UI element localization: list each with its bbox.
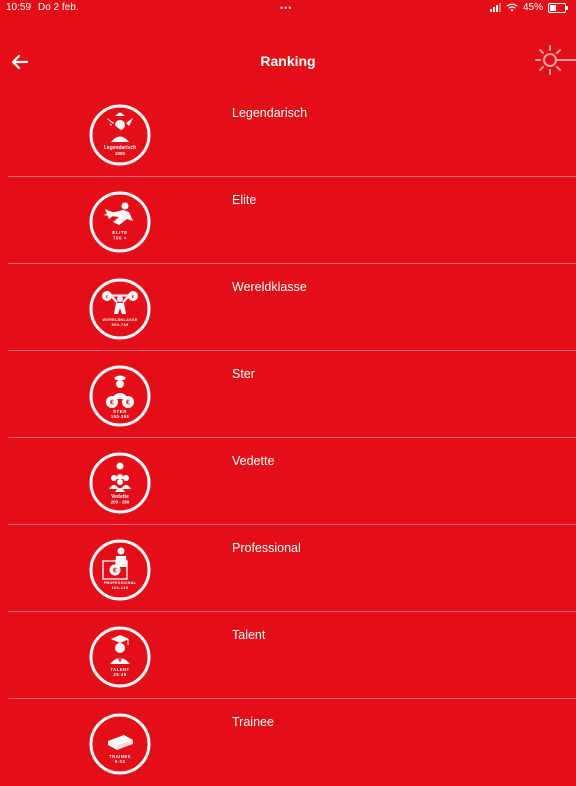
nav-bar: Ranking	[0, 40, 576, 84]
svg-text:€: €	[110, 400, 114, 407]
rank-row-trainee[interactable]: TRAINEE 0-24 Trainee	[0, 699, 576, 786]
badge-range: 100-149	[112, 586, 129, 590]
badge-range: 500-749	[111, 322, 129, 327]
wifi-icon	[506, 3, 518, 12]
rank-row-professional[interactable]: € PROFESSIONAL 100-149 Professional	[0, 525, 576, 612]
rank-label: Trainee	[232, 715, 274, 729]
vedette-badge-icon: Vedette 200 - 299	[89, 452, 151, 514]
badge-text: PROFESSIONAL	[104, 581, 137, 585]
rank-row-wereldklasse[interactable]: € € WERELDKLASSE 500-749 Wereldklasse	[0, 264, 576, 351]
page-title: Ranking	[260, 53, 316, 69]
legendarisch-badge-icon: Legendarisch 1000	[89, 104, 151, 166]
status-bar: 10:59 Do 2 feb. ••• 45%	[0, 0, 576, 18]
rank-label: Legendarisch	[232, 106, 308, 120]
status-time: 10:59	[6, 2, 32, 13]
badge-range: 150-399	[111, 414, 129, 419]
badge-text: ELITE	[112, 230, 127, 235]
rank-row-elite[interactable]: ELITE 750 > Elite	[0, 177, 576, 264]
rank-label: Ster	[232, 367, 255, 381]
wereldklasse-badge-icon: € € WERELDKLASSE 500-749	[89, 278, 151, 340]
rank-row-vedette[interactable]: Vedette 200 - 299 Vedette	[0, 438, 576, 525]
rank-label: Elite	[232, 193, 257, 207]
multitasking-dots[interactable]: •••	[280, 3, 292, 13]
battery-fill	[550, 4, 557, 11]
status-date: Do 2 feb.	[38, 2, 79, 13]
rank-row-legendarisch[interactable]: Legendarisch 1000 Legendarisch	[0, 90, 576, 177]
rank-row-ster[interactable]: € € STER 150-399 Ster	[0, 351, 576, 438]
ster-badge-icon: € € STER 150-399	[89, 365, 151, 427]
ranking-list: Legendarisch 1000 Legendarisch ELITE 750…	[0, 90, 576, 786]
battery-icon	[548, 2, 568, 13]
talent-badge-icon: TALENT 25-49	[89, 626, 151, 688]
elite-badge-icon: ELITE 750 >	[89, 191, 151, 253]
signal-icon	[489, 3, 501, 12]
rank-label: Talent	[232, 628, 266, 642]
svg-text:€: €	[113, 568, 117, 575]
badge-range: 200 - 299	[111, 500, 130, 505]
rank-label: Professional	[232, 541, 301, 555]
sun-settings-icon[interactable]	[528, 40, 576, 84]
badge-range: 750 >	[113, 236, 127, 241]
badge-range: 1000	[115, 151, 126, 156]
badge-range: 0-24	[115, 759, 126, 764]
rank-label: Wereldklasse	[232, 280, 307, 294]
svg-text:€: €	[126, 400, 130, 407]
battery-percent: 45%	[522, 2, 543, 13]
status-indicators: 45%	[489, 2, 568, 13]
rank-row-talent[interactable]: TALENT 25-49 Talent	[0, 612, 576, 699]
trainee-badge-icon: TRAINEE 0-24	[89, 713, 151, 775]
professional-badge-icon: € PROFESSIONAL 100-149	[89, 539, 151, 601]
rank-label: Vedette	[232, 454, 275, 468]
badge-range: 25-49	[113, 672, 126, 677]
